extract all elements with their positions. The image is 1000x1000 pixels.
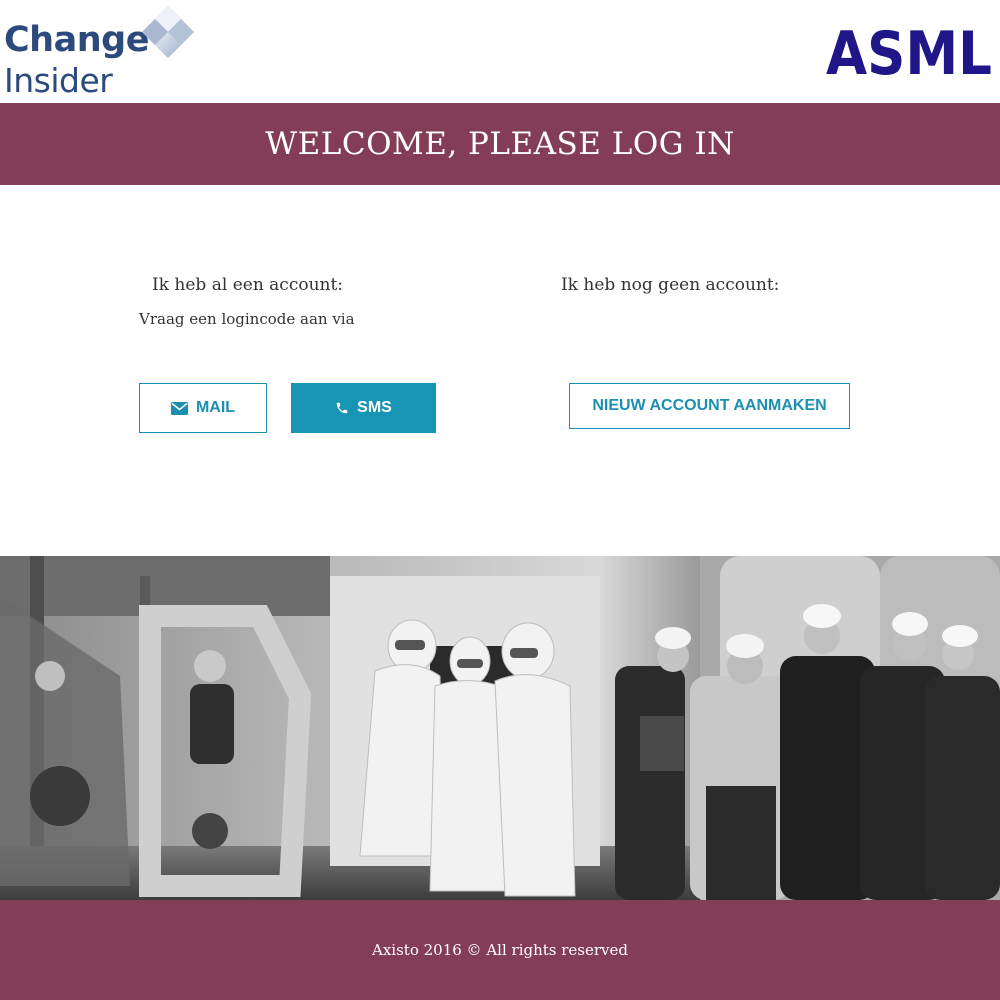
change-insider-logo[interactable]: Change Insider [4, 4, 204, 100]
page-footer: Axisto 2016 © All rights reserved [0, 900, 1000, 1000]
industrial-workers-image [0, 556, 1000, 900]
brand-line-2: Insider [4, 61, 113, 100]
page-header: Change Insider ASML [0, 0, 1000, 103]
sms-button[interactable]: SMS [291, 383, 436, 433]
phone-icon [336, 402, 348, 414]
copyright-text: Axisto 2016 © All rights reserved [372, 941, 628, 959]
login-code-instruction: Vraag een logincode aan via [139, 310, 355, 328]
create-account-button[interactable]: NIEUW ACCOUNT AANMAKEN [569, 383, 850, 429]
workers-photo [0, 556, 1000, 900]
existing-account-label: Ik heb al een account: [152, 275, 344, 295]
diamond-logo-icon [142, 6, 194, 58]
mail-button[interactable]: MAIL [139, 383, 267, 433]
page-title: WELCOME, PLEASE LOG IN [265, 126, 735, 162]
asml-logo-text: ASML [826, 22, 992, 80]
brand-line-1: Change [4, 20, 149, 60]
asml-logo[interactable]: ASML [826, 22, 994, 80]
mail-button-label: MAIL [195, 399, 236, 416]
sms-button-label: SMS [357, 399, 392, 416]
new-account-label: Ik heb nog geen account: [561, 275, 780, 295]
envelope-icon [170, 401, 188, 415]
create-account-button-label: NIEUW ACCOUNT AANMAKEN [592, 397, 827, 414]
title-banner: WELCOME, PLEASE LOG IN [0, 103, 1000, 185]
